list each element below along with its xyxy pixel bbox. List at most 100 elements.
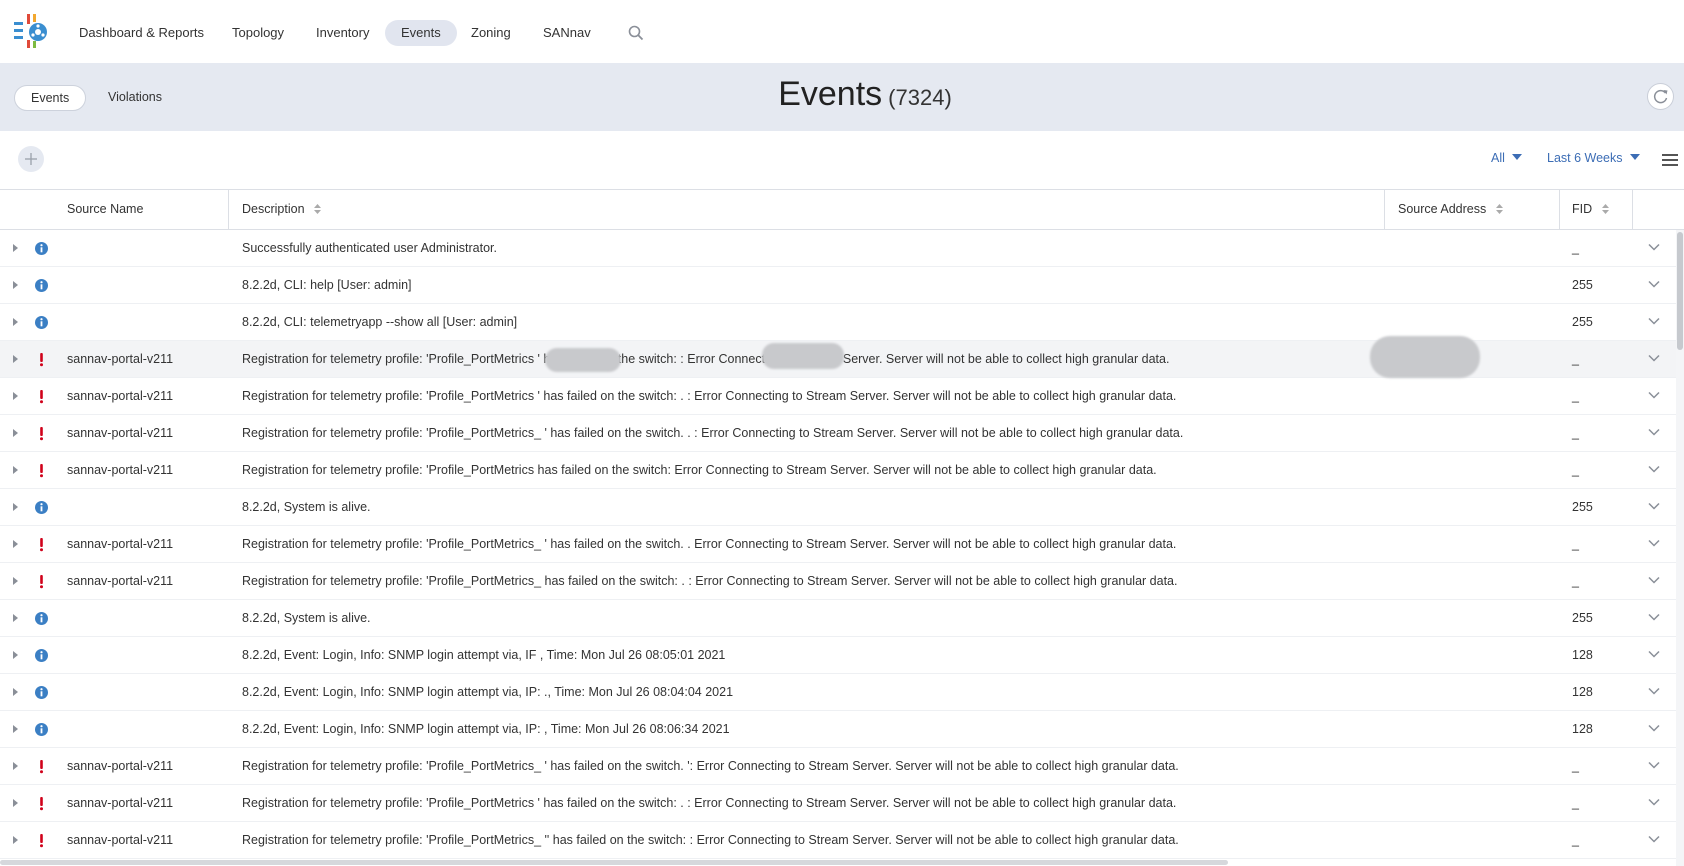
expand-row-icon[interactable] <box>13 503 18 511</box>
column-divider[interactable] <box>1384 190 1385 229</box>
expand-row-icon[interactable] <box>13 836 18 844</box>
refresh-button[interactable] <box>1647 83 1674 110</box>
chevron-down-icon[interactable] <box>1648 465 1660 473</box>
table-row[interactable]: sannav-portal-v211 Registration for telem… <box>0 748 1676 785</box>
expand-row-icon[interactable] <box>13 762 18 770</box>
expand-row-icon[interactable] <box>13 355 18 363</box>
chevron-down-icon <box>1511 154 1522 160</box>
nav-topology[interactable]: Topology <box>216 20 300 46</box>
fid-cell: 255 <box>1572 315 1593 329</box>
horizontal-scrollbar[interactable] <box>0 860 1228 865</box>
expand-row-icon[interactable] <box>13 577 18 585</box>
source-name-cell: sannav-portal-v211 <box>67 352 174 366</box>
app-logo-icon[interactable] <box>14 14 50 48</box>
description-cell: 8.2.2d, CLI: help [User: admin] <box>242 278 412 292</box>
description-cell: Registration for telemetry profile: 'Pro… <box>242 537 1177 551</box>
chevron-down-icon[interactable] <box>1648 798 1660 806</box>
expand-row-icon[interactable] <box>13 244 18 252</box>
expand-row-icon[interactable] <box>13 799 18 807</box>
expand-row-icon[interactable] <box>13 651 18 659</box>
description-cell: Registration for telemetry profile: 'Pro… <box>242 463 1157 477</box>
table-row[interactable]: sannav-portal-v211 Registration for telem… <box>0 378 1676 415</box>
chevron-down-icon[interactable] <box>1648 576 1660 584</box>
chevron-down-icon[interactable] <box>1648 835 1660 843</box>
table-row[interactable]: 8.2.2d, Event: Login, Info: SNMP login a… <box>0 674 1676 711</box>
scrollbar-thumb[interactable] <box>1677 232 1683 350</box>
chevron-down-icon[interactable] <box>1648 243 1660 251</box>
column-label-source-name: Source Name <box>67 202 144 216</box>
expand-row-icon[interactable] <box>13 318 18 326</box>
severity-filter-dropdown[interactable]: All <box>1491 151 1522 165</box>
error-icon <box>40 760 43 774</box>
description-cell: Registration for telemetry profile: 'Pro… <box>242 833 1179 847</box>
table-row[interactable]: sannav-portal-v211 Registration for telem… <box>0 822 1676 859</box>
time-range-dropdown[interactable]: Last 6 Weeks <box>1547 151 1640 165</box>
expand-row-icon[interactable] <box>13 614 18 622</box>
chevron-down-icon[interactable] <box>1648 317 1660 325</box>
table-row[interactable]: Successfully authenticated user Administ… <box>0 230 1676 267</box>
chevron-down-icon[interactable] <box>1648 280 1660 288</box>
sort-icon <box>1495 204 1503 214</box>
column-label-fid: FID <box>1572 202 1593 216</box>
nav-events[interactable]: Events <box>385 20 457 46</box>
chevron-down-icon[interactable] <box>1648 502 1660 510</box>
chevron-down-icon[interactable] <box>1648 724 1660 732</box>
expand-row-icon[interactable] <box>13 281 18 289</box>
search-icon[interactable] <box>627 24 645 42</box>
column-header-source-name[interactable]: Source Name <box>67 190 143 229</box>
table-row[interactable]: sannav-portal-v211 Registration for telem… <box>0 526 1676 563</box>
table-header: Source Name Description Source Address F… <box>0 189 1684 230</box>
expand-row-icon[interactable] <box>13 725 18 733</box>
chevron-down-icon[interactable] <box>1648 391 1660 399</box>
fid-cell: _ <box>1572 241 1579 255</box>
chevron-down-icon[interactable] <box>1648 428 1660 436</box>
page-title-text: Events <box>778 75 883 113</box>
table-row[interactable]: 8.2.2d, System is alive. 255 <box>0 600 1676 637</box>
column-label-source-address: Source Address <box>1398 202 1487 216</box>
column-divider[interactable] <box>1632 190 1633 229</box>
table-row[interactable]: 8.2.2d, Event: Login, Info: SNMP login a… <box>0 711 1676 748</box>
chevron-down-icon[interactable] <box>1648 650 1660 658</box>
expand-row-icon[interactable] <box>13 540 18 548</box>
column-divider[interactable] <box>228 190 229 229</box>
description-cell: Registration for telemetry profile: 'Pro… <box>242 426 1184 440</box>
vertical-scrollbar[interactable] <box>1676 230 1684 866</box>
nav-zoning[interactable]: Zoning <box>455 20 527 46</box>
expand-row-icon[interactable] <box>13 429 18 437</box>
table-row[interactable]: sannav-portal-v211 Registration for telem… <box>0 452 1676 489</box>
fid-cell: _ <box>1572 463 1579 477</box>
expand-row-icon[interactable] <box>13 688 18 696</box>
hamburger-menu-icon[interactable] <box>1662 153 1678 167</box>
nav-inventory[interactable]: Inventory <box>300 20 385 46</box>
error-icon <box>40 575 43 589</box>
column-header-source-address[interactable]: Source Address <box>1398 190 1503 229</box>
chevron-down-icon[interactable] <box>1648 354 1660 362</box>
expand-row-icon[interactable] <box>13 466 18 474</box>
description-cell: Successfully authenticated user Administ… <box>242 241 497 255</box>
table-row[interactable]: sannav-portal-v211 Registration for telem… <box>0 785 1676 822</box>
fid-cell: 255 <box>1572 278 1593 292</box>
add-button[interactable] <box>18 146 44 172</box>
column-divider[interactable] <box>1559 190 1560 229</box>
plus-icon <box>25 153 37 165</box>
chevron-down-icon <box>1629 154 1640 160</box>
nav-dashboard-reports[interactable]: Dashboard & Reports <box>63 20 220 46</box>
description-cell: 8.2.2d, CLI: telemetryapp --show all [Us… <box>242 315 518 329</box>
table-row[interactable]: 8.2.2d, Event: Login, Info: SNMP login a… <box>0 637 1676 674</box>
fid-cell: _ <box>1572 389 1579 403</box>
chevron-down-icon[interactable] <box>1648 761 1660 769</box>
chevron-down-icon[interactable] <box>1648 539 1660 547</box>
chevron-down-icon[interactable] <box>1648 687 1660 695</box>
table-row[interactable]: 8.2.2d, CLI: help [User: admin] 255 <box>0 267 1676 304</box>
table-row[interactable]: 8.2.2d, System is alive. 255 <box>0 489 1676 526</box>
table-row[interactable]: sannav-portal-v211 Registration for telem… <box>0 415 1676 452</box>
table-row[interactable]: sannav-portal-v211 Registration for telem… <box>0 563 1676 600</box>
description-cell: Registration for telemetry profile: 'Pro… <box>242 759 1179 773</box>
error-icon <box>40 427 43 441</box>
nav-sannav[interactable]: SANnav <box>527 20 607 46</box>
column-header-description[interactable]: Description <box>242 190 322 229</box>
expand-row-icon[interactable] <box>13 392 18 400</box>
column-header-fid[interactable]: FID <box>1572 190 1609 229</box>
chevron-down-icon[interactable] <box>1648 613 1660 621</box>
info-icon <box>35 316 48 329</box>
